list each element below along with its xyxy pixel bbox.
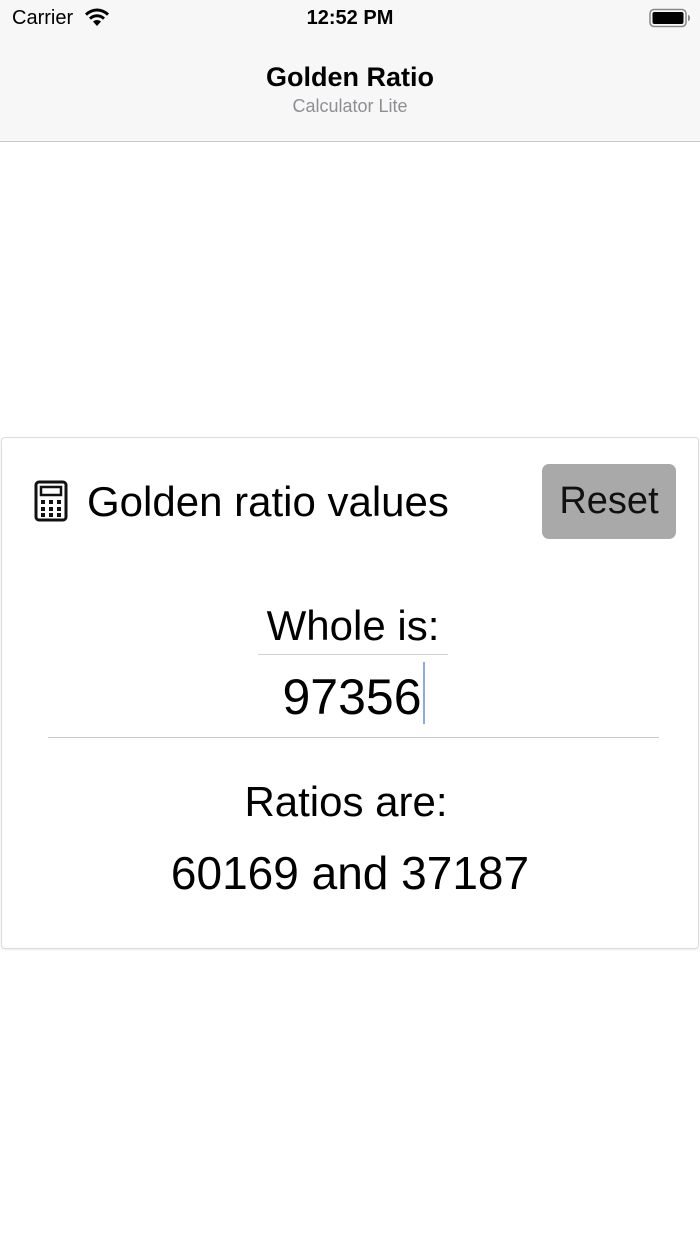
ratios-label: Ratios are: bbox=[244, 778, 448, 825]
calculator-icon bbox=[34, 480, 68, 522]
battery-icon bbox=[649, 8, 690, 28]
whole-value: 97356 bbox=[282, 669, 422, 725]
reset-button[interactable]: Reset bbox=[542, 464, 676, 539]
whole-label: Whole is: bbox=[258, 602, 448, 655]
nav-subtitle: Calculator Lite bbox=[292, 96, 408, 116]
ratios-value: 60169 and 37187 bbox=[170, 847, 530, 899]
whole-input[interactable]: 97356 bbox=[48, 662, 659, 738]
text-caret bbox=[422, 662, 425, 724]
status-bar: Carrier 12:52 PM bbox=[0, 0, 700, 40]
clock: 12:52 PM bbox=[306, 7, 394, 29]
golden-ratio-card: Golden ratio values Reset Whole is: 9735… bbox=[1, 437, 699, 949]
nav-title: Golden Ratio bbox=[266, 62, 434, 92]
navigation-bar: Golden Ratio Calculator Lite bbox=[0, 40, 700, 142]
card-title: Golden ratio values bbox=[87, 478, 449, 525]
